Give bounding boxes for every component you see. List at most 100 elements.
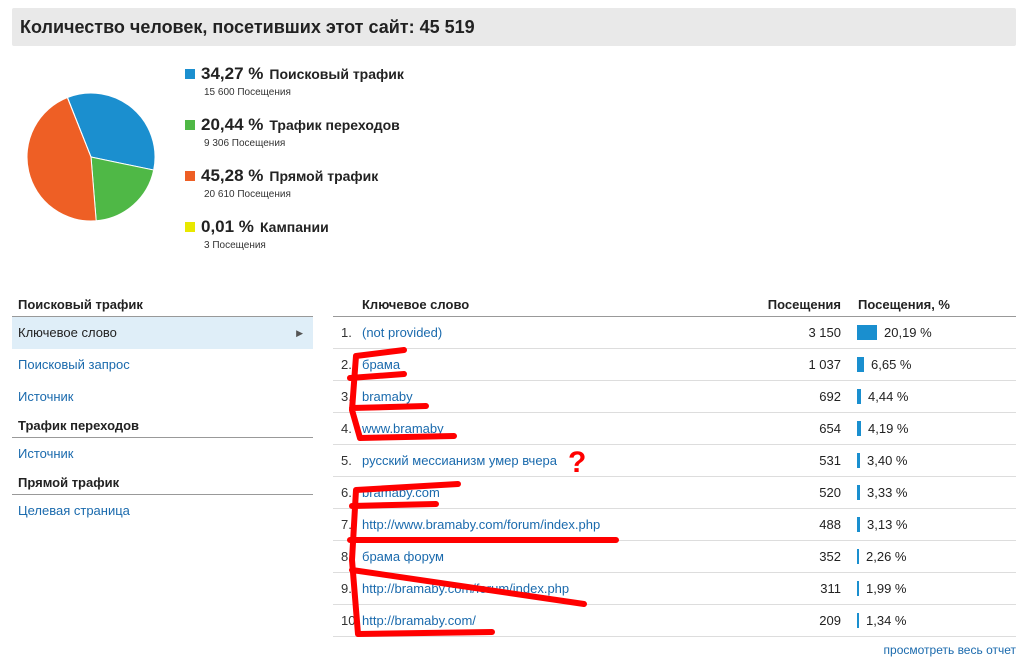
legend-label: Поисковый трафик xyxy=(269,66,404,82)
percent-value: 3,13 % xyxy=(867,517,908,532)
table-row: 6. bramaby.com 520 3,33 % xyxy=(333,477,1016,509)
keyword-link[interactable]: http://bramaby.com/forum/index.php xyxy=(362,573,766,604)
column-header-keyword[interactable]: Ключевое слово xyxy=(333,296,766,316)
table-row: 5. русский мессианизм умер вчера 531 3,40 % xyxy=(333,445,1016,477)
sidebar-item-landing-page[interactable]: Целевая страница xyxy=(12,495,313,527)
sidebar-item-keyword[interactable]: Ключевое слово ▶ xyxy=(12,317,313,349)
legend-item-direct: 45,28 % Прямой трафик 20 610 Посещения xyxy=(185,164,404,215)
table-row: 1. (not provided) 3 150 20,19 % xyxy=(333,317,1016,349)
sidebar-item-label: Ключевое слово xyxy=(18,325,117,340)
keyword-link[interactable]: http://www.bramaby.com/forum/index.php xyxy=(362,509,766,540)
table-row: 2. брама 1 037 6,65 % xyxy=(333,349,1016,381)
keyword-link[interactable]: брама xyxy=(362,349,766,380)
sidebar-heading-direct: Прямой трафик xyxy=(12,474,313,495)
visits-value: 352 xyxy=(819,549,841,564)
percent-value: 3,40 % xyxy=(867,453,908,468)
visits-value: 1 037 xyxy=(808,357,841,372)
legend-swatch xyxy=(185,120,195,130)
legend-percent: 20,44 % xyxy=(201,115,264,134)
row-number: 10. xyxy=(341,613,360,628)
percent-bar xyxy=(857,517,860,532)
sidebar-heading-search: Поисковый трафик xyxy=(12,296,313,317)
traffic-pie-chart xyxy=(26,92,156,222)
legend-visits: 20 610 Посещения xyxy=(204,189,291,200)
table-row: 3. bramaby 692 4,44 % xyxy=(333,381,1016,413)
visits-value: 311 xyxy=(820,581,841,596)
row-number: 1. xyxy=(341,325,352,340)
percent-bar xyxy=(857,357,864,372)
percent-cell: 1,34 % xyxy=(841,605,1016,636)
chevron-right-icon: ▶ xyxy=(296,328,303,338)
visits-value: 654 xyxy=(819,421,841,436)
visits-value: 488 xyxy=(819,517,841,532)
legend-percent: 34,27 % xyxy=(201,64,264,83)
percent-cell: 4,19 % xyxy=(841,413,1016,444)
table-header: Ключевое слово Посещения Посещения, % xyxy=(333,296,1016,317)
legend-item-referral: 20,44 % Трафик переходов 9 306 Посещения xyxy=(185,113,404,164)
keyword-link[interactable]: http://bramaby.com/ xyxy=(362,605,766,636)
keyword-link[interactable]: bramaby xyxy=(362,381,766,412)
percent-cell: 6,65 % xyxy=(841,349,1016,380)
legend-visits: 9 306 Посещения xyxy=(204,138,286,149)
sidebar-item-search-source[interactable]: Источник xyxy=(12,381,313,413)
visits-value: 520 xyxy=(819,485,841,500)
legend-item-campaigns: 0,01 % Кампании 3 Посещения xyxy=(185,215,404,266)
keyword-link[interactable]: bramaby.com xyxy=(362,477,766,508)
keyword-link[interactable]: (not provided) xyxy=(362,317,766,348)
percent-cell: 3,40 % xyxy=(841,445,1016,476)
table-row: 7. http://www.bramaby.com/forum/index.php… xyxy=(333,509,1016,541)
legend-percent: 45,28 % xyxy=(201,166,264,185)
table-row: 8. брама форум 352 2,26 % xyxy=(333,541,1016,573)
percent-bar xyxy=(857,421,861,436)
table-row: 10. http://bramaby.com/209 1,34 % xyxy=(333,605,1016,637)
legend-visits: 3 Посещения xyxy=(204,240,266,251)
percent-value: 3,33 % xyxy=(867,485,908,500)
percent-value: 4,44 % xyxy=(868,389,909,404)
row-number: 9. xyxy=(341,581,352,596)
percent-bar xyxy=(857,389,861,404)
row-number: 7. xyxy=(341,517,352,532)
column-header-visits[interactable]: Посещения xyxy=(766,296,841,316)
row-number: 4. xyxy=(341,421,352,436)
percent-bar xyxy=(857,453,860,468)
page-title: Количество человек, посетивших этот сайт… xyxy=(20,17,475,37)
column-header-percent[interactable]: Посещения, % xyxy=(841,296,1016,316)
row-number: 8. xyxy=(341,549,352,564)
visits-value: 692 xyxy=(819,389,841,404)
percent-bar xyxy=(857,581,859,596)
row-number: 6. xyxy=(341,485,352,500)
sidebar-item-referral-source[interactable]: Источник xyxy=(12,438,313,470)
percent-cell: 3,13 % xyxy=(841,509,1016,540)
percent-value: 1,99 % xyxy=(866,581,907,596)
keyword-link[interactable]: русский мессианизм умер вчера xyxy=(362,445,766,476)
row-number: 2. xyxy=(341,357,352,372)
percent-cell: 2,26 % xyxy=(841,541,1016,572)
percent-value: 1,34 % xyxy=(866,613,907,628)
percent-value: 20,19 % xyxy=(884,325,932,340)
percent-value: 4,19 % xyxy=(868,421,909,436)
percent-value: 6,65 % xyxy=(871,357,912,372)
keyword-link[interactable]: www.bramaby xyxy=(362,413,766,444)
visits-value: 3 150 xyxy=(808,325,841,340)
view-full-report-link[interactable]: просмотреть весь отчет xyxy=(884,643,1016,657)
percent-cell: 3,33 % xyxy=(841,477,1016,508)
visits-value: 531 xyxy=(819,453,841,468)
legend-label: Кампании xyxy=(259,219,329,235)
percent-cell: 20,19 % xyxy=(841,317,1016,348)
legend-swatch xyxy=(185,222,195,232)
legend-label: Трафик переходов xyxy=(269,117,400,133)
legend-item-search: 34,27 % Поисковый трафик 15 600 Посещени… xyxy=(185,62,404,113)
percent-bar xyxy=(857,485,860,500)
keyword-table: Ключевое слово Посещения Посещения, % 1.… xyxy=(333,296,1016,637)
legend-visits: 15 600 Посещения xyxy=(204,87,291,98)
table-row: 9. http://bramaby.com/forum/index.php 311 1… xyxy=(333,573,1016,605)
row-number: 3. xyxy=(341,389,352,404)
sidebar-item-search-query[interactable]: Поисковый запрос xyxy=(12,349,313,381)
legend-swatch xyxy=(185,69,195,79)
percent-bar xyxy=(857,325,877,340)
legend-swatch xyxy=(185,171,195,181)
percent-bar xyxy=(857,613,859,628)
sidebar-heading-referral: Трафик переходов xyxy=(12,417,313,438)
percent-value: 2,26 % xyxy=(866,549,907,564)
keyword-link[interactable]: брама форум xyxy=(362,541,766,572)
